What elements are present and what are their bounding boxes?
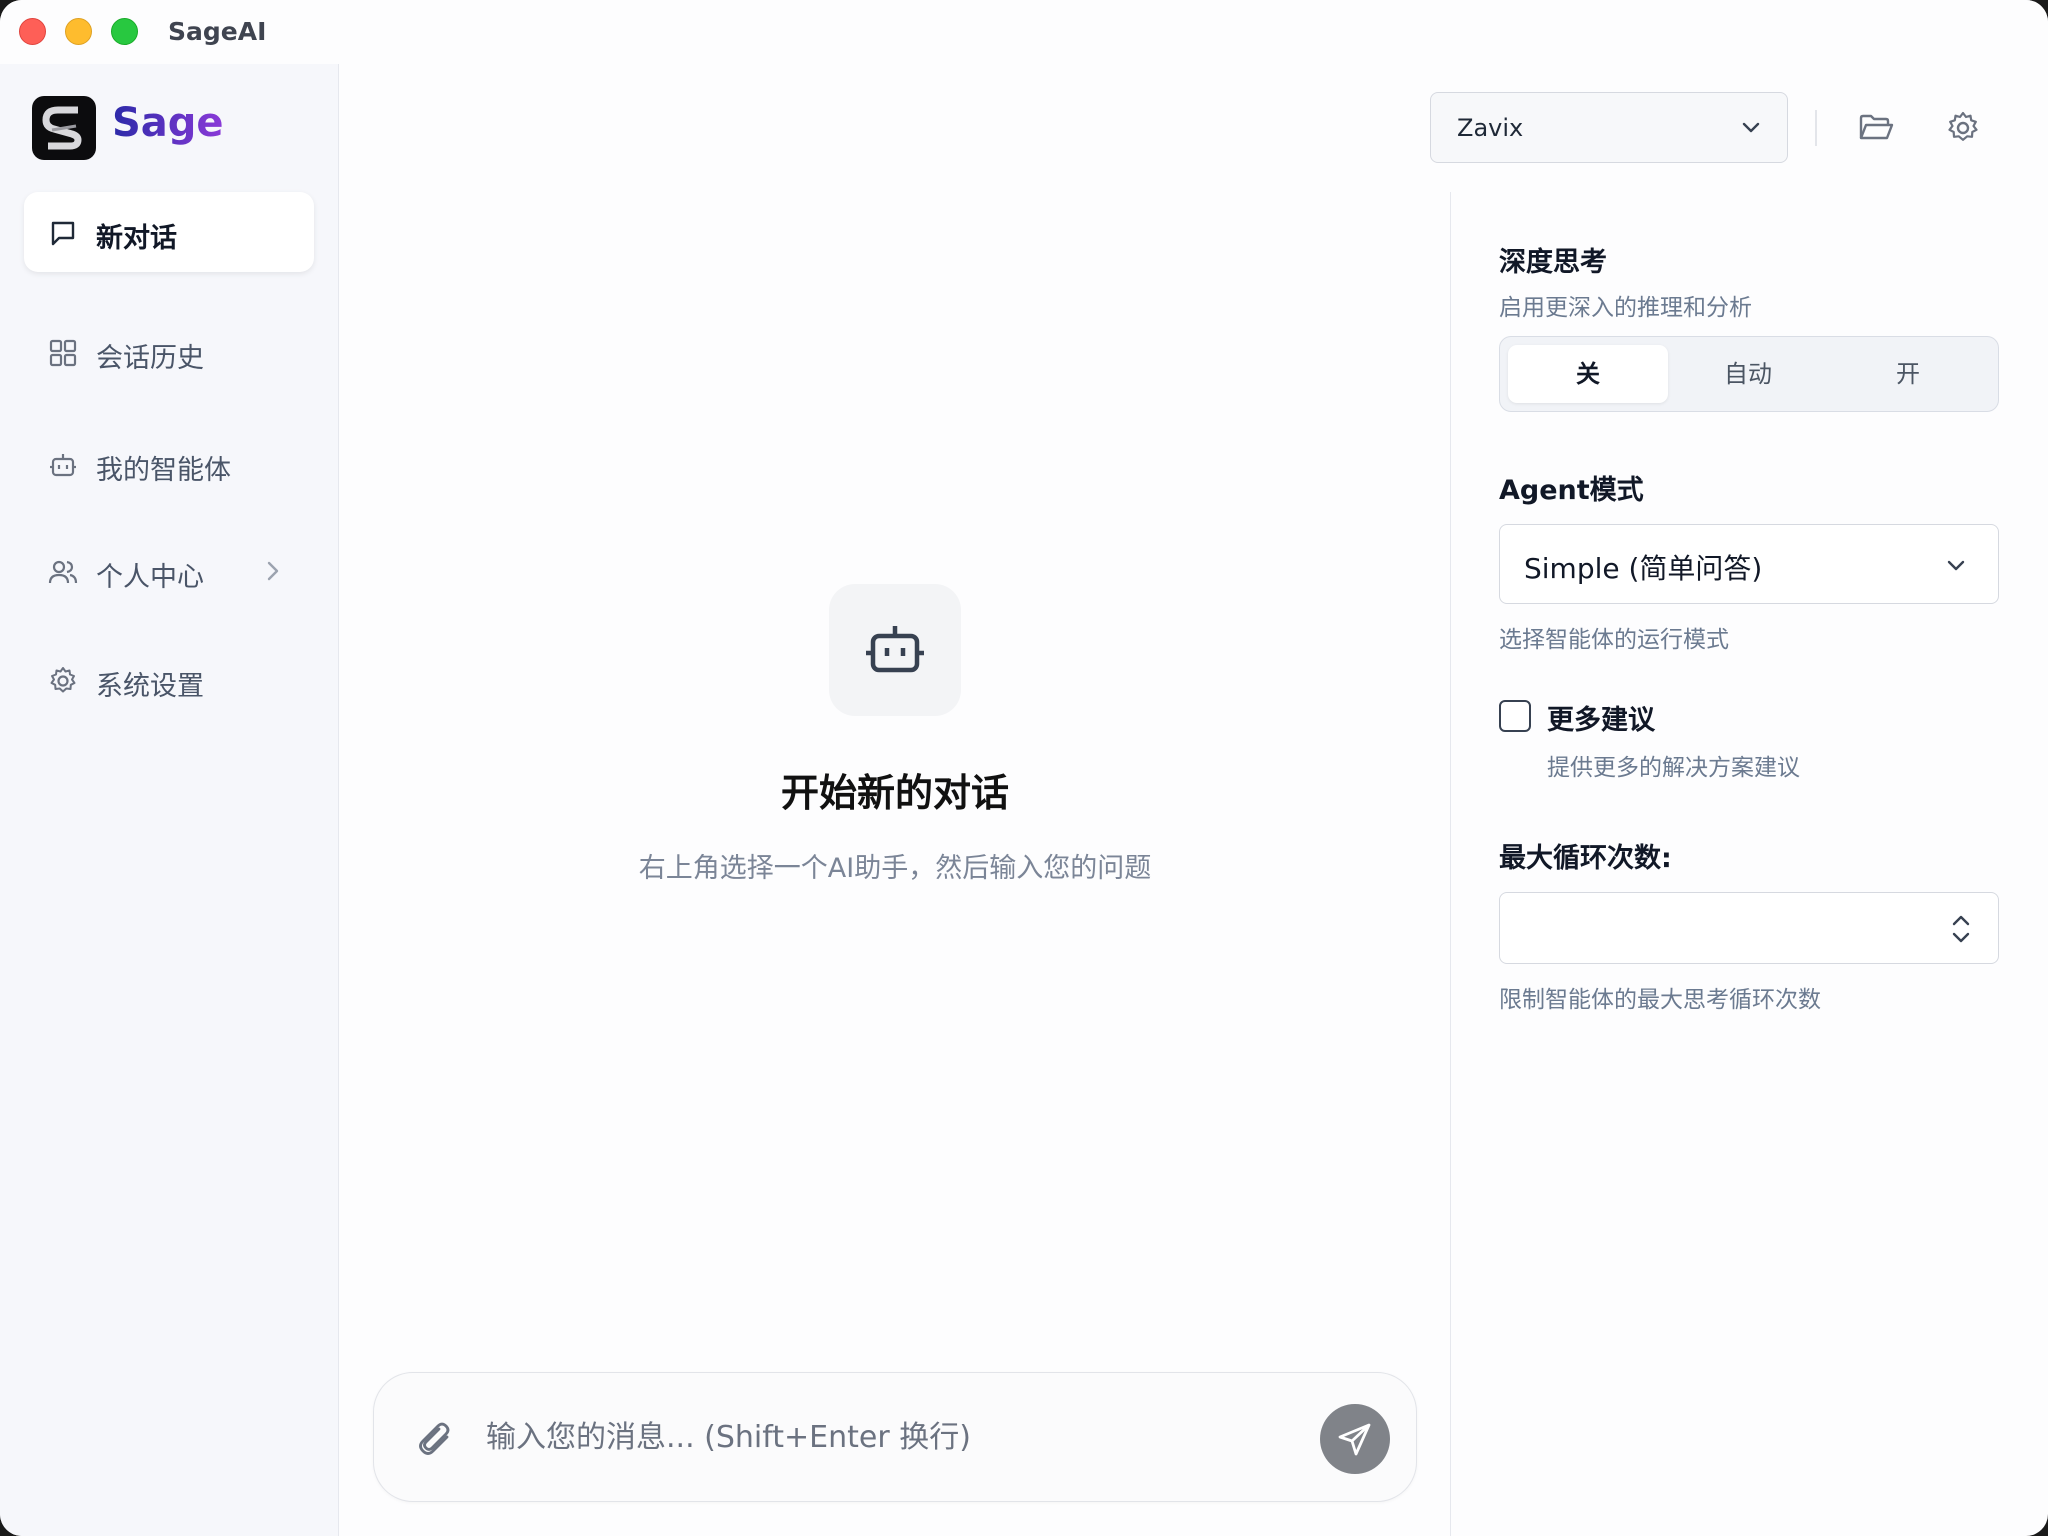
brand-name: Sage — [112, 100, 224, 146]
agent-mode-select[interactable]: Simple (简单问答) — [1499, 524, 1999, 604]
settings-panel: 深度思考 启用更深入的推理和分析 关 自动 开 Agent模式 Simple (… — [1450, 192, 2048, 1536]
gear-icon — [50, 667, 76, 693]
empty-state-subtitle: 右上角选择一个AI助手，然后输入您的问题 — [638, 853, 1152, 884]
send-icon — [1338, 1423, 1371, 1456]
chevron-right-icon — [267, 561, 279, 581]
empty-state-title: 开始新的对话 — [780, 771, 1009, 815]
agent-mode-value: Simple (简单问答) — [1524, 552, 1763, 585]
agent-mode-description: 选择智能体的运行模式 — [1499, 627, 1729, 653]
deep-thinking-option-auto[interactable]: 自动 — [1668, 345, 1828, 403]
window-minimize-button[interactable] — [65, 18, 92, 45]
paperclip-icon[interactable] — [414, 1419, 454, 1459]
more-suggestions-checkbox[interactable] — [1499, 700, 1531, 732]
sidebar-item-my-agents[interactable]: 我的智能体 — [24, 424, 314, 504]
sidebar-item-new-chat[interactable]: 新对话 — [24, 192, 314, 272]
sidebar-item-profile[interactable]: 个人中心 — [24, 531, 314, 611]
sidebar-item-label: 个人中心 — [96, 562, 204, 593]
sidebar-item-label: 系统设置 — [96, 671, 204, 702]
robot-icon — [50, 454, 76, 477]
sidebar-item-settings[interactable]: 系统设置 — [24, 640, 314, 720]
empty-state-icon-tile — [829, 584, 961, 716]
topbar-divider — [1815, 110, 1817, 146]
chat-bubble-icon — [51, 221, 75, 246]
title-bar: SageAI — [0, 0, 2048, 64]
deep-thinking-segmented-control: 关 自动 开 — [1499, 336, 1999, 412]
agent-mode-title: Agent模式 — [1499, 475, 1644, 506]
window-title: SageAI — [168, 17, 267, 46]
sidebar-item-history[interactable]: 会话历史 — [24, 312, 314, 392]
message-composer — [373, 1372, 1417, 1502]
more-suggestions-description: 提供更多的解决方案建议 — [1547, 755, 1800, 781]
sidebar-item-label: 我的智能体 — [96, 455, 231, 486]
app-window: SageAI Sage 新对话 会话历史 我的智能体 个人中心 系统设置 Zav… — [0, 0, 2048, 1536]
window-maximize-button[interactable] — [111, 18, 138, 45]
sidebar-item-label: 新对话 — [96, 223, 177, 254]
chevron-down-icon — [1742, 122, 1760, 133]
folder-open-icon[interactable] — [1858, 110, 1894, 146]
sidebar-item-label: 会话历史 — [96, 343, 204, 374]
chevron-down-icon — [1947, 560, 1965, 571]
grid-icon — [49, 339, 77, 367]
sage-logo — [32, 96, 96, 160]
more-suggestions-label: 更多建议 — [1547, 705, 1655, 736]
send-button[interactable] — [1320, 1404, 1390, 1474]
deep-thinking-title: 深度思考 — [1499, 247, 1607, 278]
number-stepper-icon[interactable] — [1950, 911, 1972, 947]
deep-thinking-option-on[interactable]: 开 — [1828, 345, 1988, 403]
agent-select[interactable]: Zavix — [1430, 92, 1788, 163]
robot-icon — [866, 626, 924, 673]
window-close-button[interactable] — [19, 18, 46, 45]
max-loops-title: 最大循环次数: — [1499, 843, 1672, 874]
deep-thinking-option-off[interactable]: 关 — [1508, 345, 1668, 403]
message-input[interactable] — [486, 1411, 1266, 1463]
max-loops-input[interactable] — [1499, 892, 1999, 964]
users-icon — [48, 560, 78, 584]
sidebar: Sage 新对话 会话历史 我的智能体 个人中心 系统设置 — [0, 64, 339, 1536]
max-loops-description: 限制智能体的最大思考循环次数 — [1499, 987, 1821, 1013]
agent-select-value: Zavix — [1457, 114, 1524, 142]
settings-gear-icon[interactable] — [1945, 110, 1981, 146]
deep-thinking-description: 启用更深入的推理和分析 — [1499, 295, 1752, 321]
